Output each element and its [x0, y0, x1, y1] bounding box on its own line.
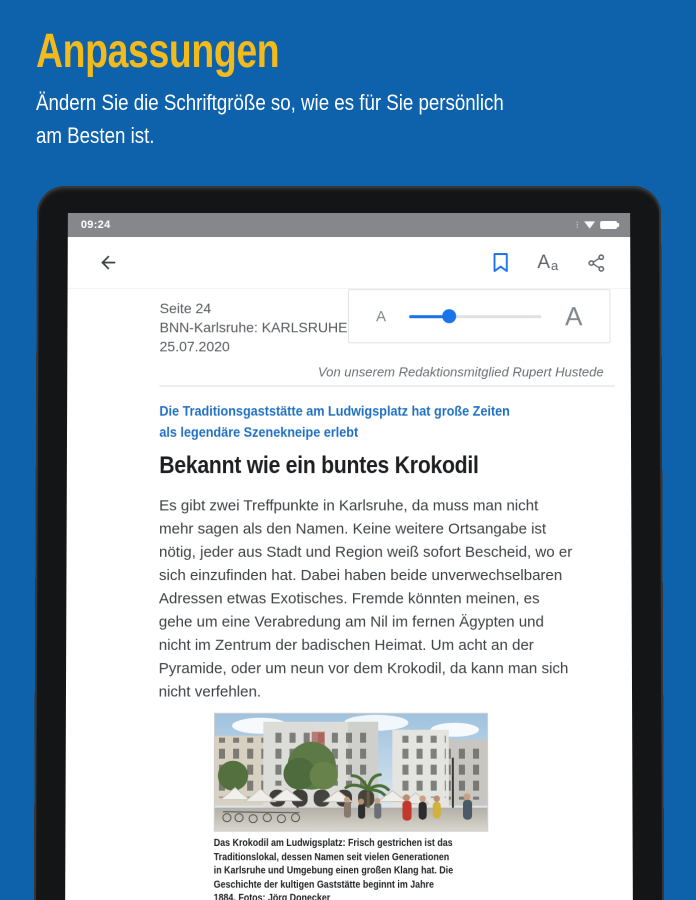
font-large-label: A: [564, 300, 583, 331]
font-size-icon: A a: [537, 252, 559, 274]
byline: Von unserem Redaktionsmitglied Rupert Hu…: [317, 364, 604, 380]
font-small-label: A: [376, 307, 387, 325]
photo-caption: Das Krokodil am Ludwigsplatz: Frisch ges…: [214, 837, 456, 900]
back-button[interactable]: [98, 252, 119, 273]
body-line: sich einzufinden hat. Dabei haben beide …: [158, 566, 563, 585]
article-page: Seite 24 BNN-Karlsruhe: KARLSRUHE 25.07.…: [65, 289, 633, 900]
back-arrow-icon: [101, 255, 116, 270]
tablet-screen: 09:24 ⁝ A a Seite 24 BNN-Karlsruhe: KARL…: [65, 213, 633, 900]
kicker-line: als legendäre Szenekneipe erlebt: [159, 423, 359, 440]
hero-subtitle-line: am Besten ist.: [36, 123, 155, 148]
caption-line: 1884. Fotos: Jörg Donecker: [213, 892, 331, 900]
slider-thumb[interactable]: [442, 309, 457, 324]
font-size-icon-small-letter: a: [550, 258, 559, 274]
font-size-button[interactable]: A a: [537, 252, 559, 274]
body-line: Es gibt zwei Treffpunkte in Karlsruhe, d…: [159, 497, 539, 515]
divider: [159, 385, 615, 387]
ludwigsplatz-street-photo[interactable]: [213, 712, 489, 832]
share-icon: [587, 253, 604, 272]
font-size-panel: A A: [347, 289, 611, 344]
battery-icon: [600, 221, 618, 230]
body-line: mehr sagen als den Namen. Keine weitere …: [159, 520, 547, 538]
tablet-frame: 09:24 ⁝ A a Seite 24 BNN-Karlsruhe: KARL…: [33, 186, 665, 900]
promo-screenshot: Anpassungen Ändern Sie die Schriftgröße …: [0, 0, 696, 900]
kicker-line: Die Traditionsgaststätte am Ludwigsplatz…: [159, 402, 510, 419]
hero-title: Anpassungen: [36, 25, 280, 78]
caption-line: Traditionslokal, dessen Namen seit viele…: [213, 851, 450, 863]
hero-subtitle-line: Ändern Sie die Schriftgröße so, wie es f…: [36, 90, 504, 115]
article-kicker: Die Traditionsgaststätte am Ludwigsplatz…: [159, 401, 569, 443]
caption-line: Geschichte der kultigen Gaststätte begin…: [213, 879, 434, 891]
network-triangle-icon: [584, 221, 595, 229]
bookmark-button[interactable]: [492, 252, 509, 273]
body-line: Pyramide, oder um neun vor dem Krokodil,…: [158, 660, 569, 678]
article-body: Es gibt zwei Treffpunkte in Karlsruhe, d…: [159, 494, 616, 703]
status-time: 09:24: [80, 219, 111, 232]
caption-line: Das Krokodil am Ludwigsplatz: Frisch ges…: [213, 837, 453, 850]
article-toolbar: A a: [67, 237, 631, 290]
notification-icon: ⁝: [575, 219, 580, 231]
body-line: Adressen etwas Exotisches. Fremde könnte…: [158, 590, 540, 608]
tablet-mockup: 09:24 ⁝ A a Seite 24 BNN-Karlsruhe: KARL…: [33, 186, 665, 900]
font-size-icon-big-letter: A: [537, 252, 551, 274]
caption-line: in Karlsruhe und Umgebung einen großen K…: [213, 865, 454, 877]
article-content: Seite 24 BNN-Karlsruhe: KARLSRUHE 25.07.…: [158, 289, 617, 900]
hero-subtitle: Ändern Sie die Schriftgröße so, wie es f…: [36, 86, 504, 152]
body-line: nicht im Zentrum der badischen Heimat. U…: [158, 636, 534, 654]
article-headline: Bekannt wie ein buntes Krokodil: [159, 451, 479, 480]
status-bar: 09:24 ⁝: [67, 213, 631, 238]
share-button[interactable]: [586, 253, 606, 273]
body-line: nötig, jeder aus Stadt und Region weiß s…: [158, 543, 573, 561]
status-icons: ⁝: [576, 220, 618, 231]
font-size-slider[interactable]: [409, 309, 542, 324]
body-line: gehe um eine Verabredung am Nil im ferne…: [158, 613, 544, 631]
article-figure: Das Krokodil am Ludwigsplatz: Frisch ges…: [213, 712, 489, 900]
bookmark-icon: [493, 252, 508, 272]
toolbar-actions: A a: [492, 252, 606, 273]
body-line: nicht verfehlen.: [158, 683, 262, 701]
